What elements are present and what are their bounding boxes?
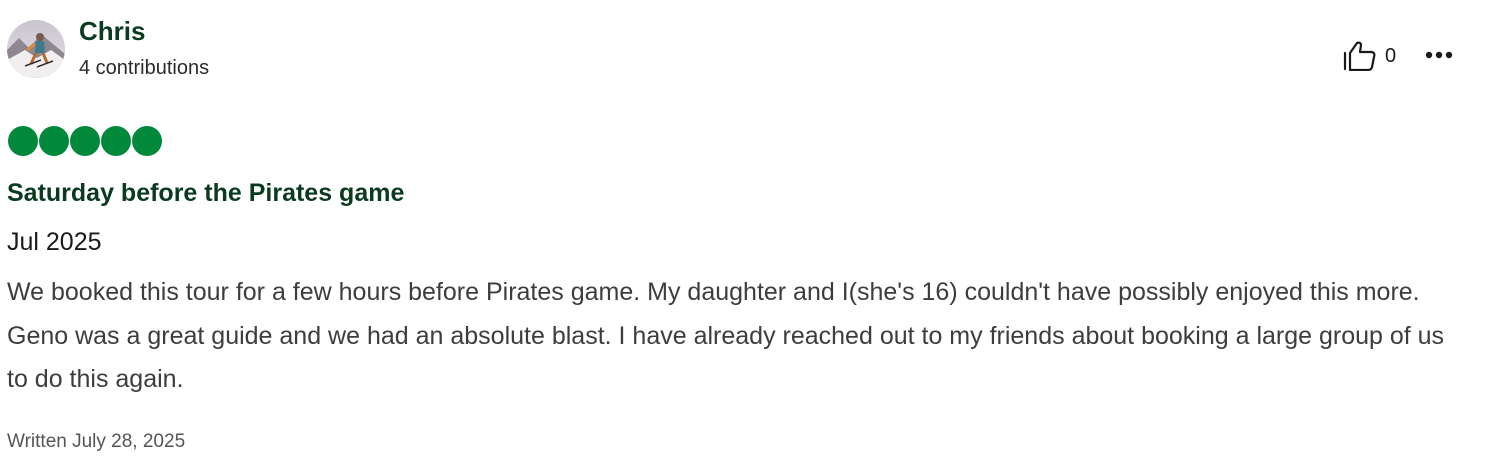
contributions-count: 4 contributions bbox=[79, 57, 210, 79]
helpful-vote-button[interactable]: 0 bbox=[1343, 40, 1396, 72]
rating-bubble bbox=[8, 126, 38, 156]
avatar-skier-photo bbox=[7, 20, 65, 78]
rating-bubbles bbox=[8, 126, 162, 156]
review-title[interactable]: Saturday before the Pirates game bbox=[7, 177, 404, 209]
rating-bubble bbox=[70, 126, 100, 156]
rating-bubble bbox=[132, 126, 162, 156]
helpful-count: 0 bbox=[1385, 45, 1397, 67]
rating-bubble bbox=[39, 126, 69, 156]
author-name[interactable]: Chris bbox=[79, 14, 145, 48]
visit-date: Jul 2025 bbox=[7, 228, 102, 256]
user-avatar[interactable] bbox=[7, 20, 65, 78]
more-options-button[interactable] bbox=[1421, 40, 1457, 72]
written-date: Written July 28, 2025 bbox=[7, 431, 186, 452]
more-options-icon bbox=[1421, 40, 1457, 72]
thumbs-up-icon bbox=[1343, 41, 1377, 71]
rating-bubble bbox=[101, 126, 131, 156]
review-body: We booked this tour for a few hours befo… bbox=[7, 278, 1445, 393]
review-card: Chris 4 contributions 0 Saturday before … bbox=[0, 0, 1486, 474]
